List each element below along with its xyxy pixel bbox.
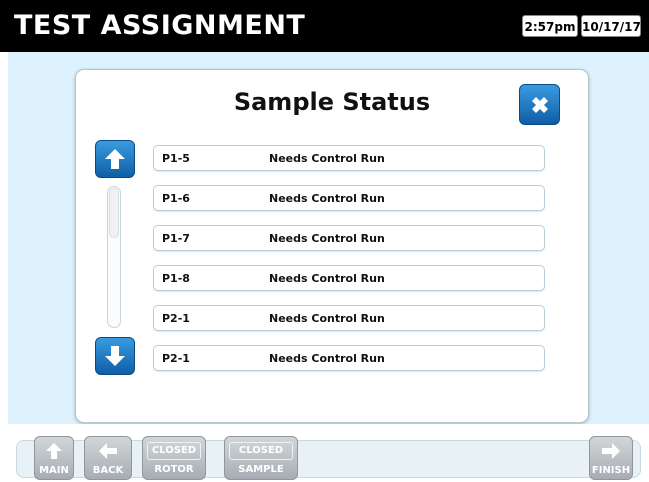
back-button[interactable]: BACK bbox=[84, 436, 132, 480]
sample-state: CLOSED bbox=[229, 442, 293, 460]
sample-id: P1-7 bbox=[162, 232, 190, 245]
sample-id: P1-6 bbox=[162, 192, 190, 205]
title-bar: TEST ASSIGNMENT 2:57pm 10/17/17 bbox=[0, 0, 649, 52]
arrow-left-icon bbox=[99, 443, 117, 459]
sample-id: P1-8 bbox=[162, 272, 190, 285]
arrow-right-icon bbox=[602, 443, 620, 459]
page-title: TEST ASSIGNMENT bbox=[14, 10, 306, 41]
sample-row[interactable]: P2-1 Needs Control Run bbox=[153, 305, 545, 331]
sample-status: Needs Control Run bbox=[269, 192, 385, 205]
sample-status: Needs Control Run bbox=[269, 312, 385, 325]
sample-row[interactable]: P1-6 Needs Control Run bbox=[153, 185, 545, 211]
clock-date: 10/17/17 bbox=[581, 15, 641, 37]
rotor-label: ROTOR bbox=[154, 464, 194, 475]
scrollbar-thumb[interactable] bbox=[109, 188, 119, 238]
sample-id: P2-1 bbox=[162, 312, 190, 325]
sample-status: Needs Control Run bbox=[269, 152, 385, 165]
sample-status: Needs Control Run bbox=[269, 272, 385, 285]
finish-label: FINISH bbox=[591, 465, 631, 476]
content-area: Sample Status P1-5 Needs Control Run P1-… bbox=[8, 52, 649, 424]
sample-id: P1-5 bbox=[162, 152, 190, 165]
finish-button[interactable]: FINISH bbox=[589, 436, 633, 480]
scroll-up-button[interactable] bbox=[95, 140, 135, 178]
sample-status-dialog: Sample Status P1-5 Needs Control Run P1-… bbox=[75, 69, 589, 423]
closed-sample-button[interactable]: CLOSED SAMPLE bbox=[224, 436, 298, 480]
dialog-title: Sample Status bbox=[233, 88, 431, 116]
arrow-up-icon bbox=[105, 149, 125, 169]
sample-row[interactable]: P1-7 Needs Control Run bbox=[153, 225, 545, 251]
clock-time: 2:57pm bbox=[522, 15, 578, 37]
main-button[interactable]: MAIN bbox=[34, 436, 74, 480]
sample-row[interactable]: P2-1 Needs Control Run bbox=[153, 345, 545, 371]
close-x-icon bbox=[531, 96, 548, 113]
bottom-nav: MAIN BACK CLOSED ROTOR CLOSED SAMPLE FIN… bbox=[8, 424, 649, 482]
rotor-state: CLOSED bbox=[147, 442, 201, 460]
sample-id: P2-1 bbox=[162, 352, 190, 365]
arrow-down-icon bbox=[105, 346, 125, 366]
closed-rotor-button[interactable]: CLOSED ROTOR bbox=[142, 436, 206, 480]
back-label: BACK bbox=[92, 465, 124, 476]
arrow-up-icon bbox=[46, 443, 62, 459]
sample-label: SAMPLE bbox=[238, 464, 284, 475]
sample-status: Needs Control Run bbox=[269, 352, 385, 365]
sample-row[interactable]: P1-5 Needs Control Run bbox=[153, 145, 545, 171]
scrollbar[interactable] bbox=[107, 186, 121, 328]
sample-status: Needs Control Run bbox=[269, 232, 385, 245]
scroll-down-button[interactable] bbox=[95, 337, 135, 375]
main-label: MAIN bbox=[39, 465, 69, 476]
sample-row[interactable]: P1-8 Needs Control Run bbox=[153, 265, 545, 291]
close-button[interactable] bbox=[519, 84, 560, 125]
